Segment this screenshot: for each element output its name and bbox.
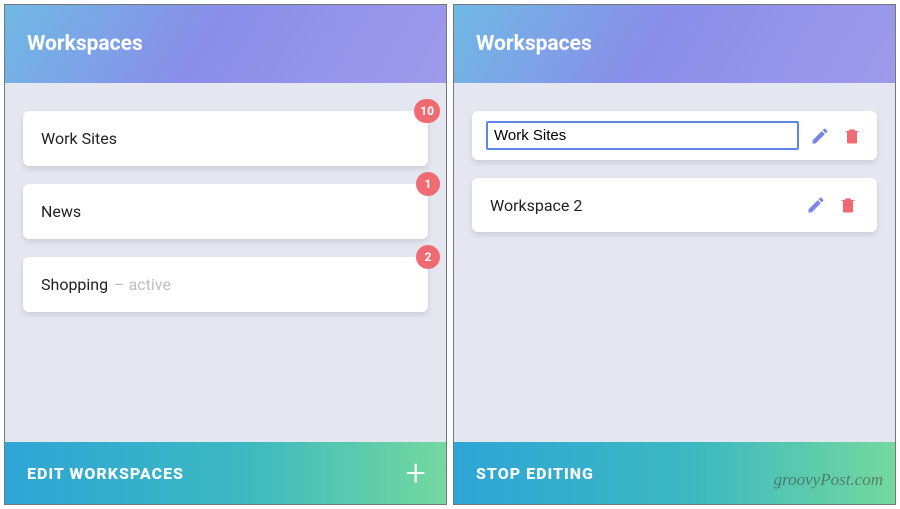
delete-icon[interactable] bbox=[837, 194, 859, 216]
count-badge: 2 bbox=[416, 245, 440, 269]
workspace-name-input[interactable] bbox=[486, 121, 799, 150]
workspace-label: Work Sites bbox=[41, 129, 117, 148]
footer-bar[interactable]: STOP EDITING bbox=[454, 442, 895, 504]
footer-bar[interactable]: EDIT WORKSPACES + bbox=[5, 442, 446, 504]
workspace-item[interactable]: Shopping – active 2 bbox=[23, 257, 428, 312]
workspace-label: Workspace 2 bbox=[490, 196, 795, 215]
edit-workspaces-button[interactable]: EDIT WORKSPACES bbox=[27, 464, 184, 483]
header: Workspaces bbox=[454, 5, 895, 83]
header-title: Workspaces bbox=[476, 32, 592, 56]
add-workspace-icon[interactable]: + bbox=[406, 455, 426, 491]
stop-editing-button[interactable]: STOP EDITING bbox=[476, 464, 594, 483]
workspace-edit-list: Workspace 2 bbox=[454, 83, 895, 442]
panel-normal: Workspaces Work Sites 10 News 1 Shopping… bbox=[4, 4, 447, 505]
count-badge: 1 bbox=[416, 172, 440, 196]
workspace-item[interactable]: News 1 bbox=[23, 184, 428, 239]
panel-editing: Workspaces Workspace 2 bbox=[453, 4, 896, 505]
workspace-label: News bbox=[41, 202, 81, 221]
header-title: Workspaces bbox=[27, 32, 143, 56]
edit-icon[interactable] bbox=[805, 194, 827, 216]
workspace-list: Work Sites 10 News 1 Shopping – active 2 bbox=[5, 83, 446, 442]
workspace-active-suffix: – active bbox=[114, 275, 171, 294]
workspace-edit-item bbox=[472, 111, 877, 160]
workspace-item[interactable]: Work Sites 10 bbox=[23, 111, 428, 166]
workspace-label: Shopping bbox=[41, 275, 108, 294]
header: Workspaces bbox=[5, 5, 446, 83]
count-badge: 10 bbox=[414, 99, 440, 123]
workspace-edit-item: Workspace 2 bbox=[472, 178, 877, 232]
edit-icon[interactable] bbox=[809, 125, 831, 147]
delete-icon[interactable] bbox=[841, 125, 863, 147]
